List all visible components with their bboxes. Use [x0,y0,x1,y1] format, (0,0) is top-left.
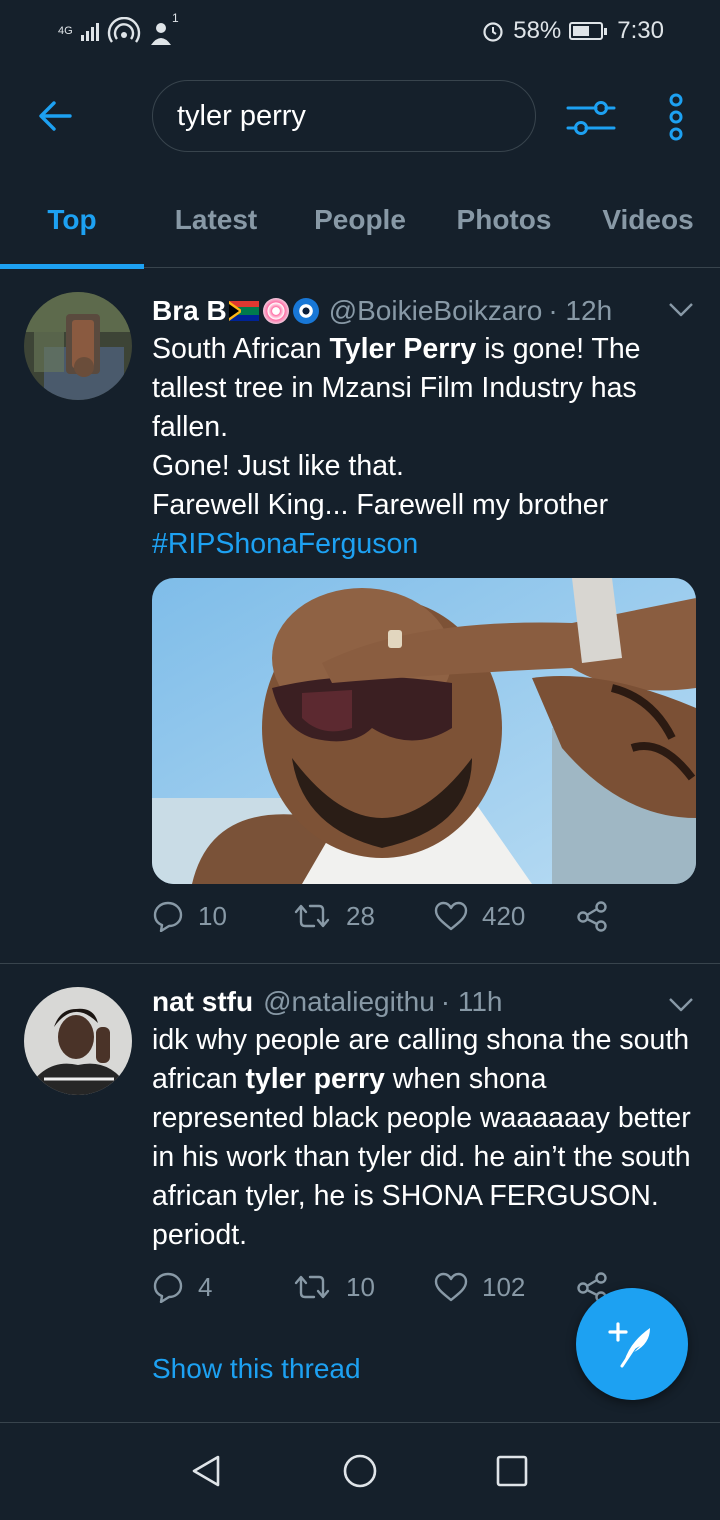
tweet-actions: 4 10 102 [152,1271,608,1303]
like-count: 420 [482,900,526,931]
nav-home-icon[interactable] [340,1451,380,1491]
search-header [0,62,720,172]
hashtag-link[interactable]: #RIPShonaFerguson [152,528,418,560]
display-name[interactable]: Bra B [152,292,227,330]
reply-icon [153,1272,183,1303]
tweet-text-part: Gone! Just like that. [152,450,404,482]
notification-count: 1 [172,11,179,25]
tweet-text-part: South African [152,333,330,365]
tab-latest[interactable]: Latest [144,172,288,268]
more-options-icon[interactable] [662,92,690,142]
tweet-text: idk why people are calling shona the sou… [152,1021,692,1255]
like-count: 102 [482,1271,526,1302]
search-tabs: Top Latest People Photos Videos [0,172,720,269]
clock: 7:30 [617,17,664,44]
retweet-count: 28 [346,900,375,931]
compose-tweet-button[interactable] [576,1288,688,1400]
reply-count: 4 [198,1271,213,1302]
back-arrow-icon[interactable] [34,94,78,138]
status-left: 4G 1 [58,11,179,45]
tweet-header: Bra B @BoikieBoikzaro · 12h [152,292,692,330]
tweet-text-part: Farewell King... Farewell my brother [152,489,609,521]
south-africa-flag-icon [228,301,259,321]
nazar-eye-emoji-icon [292,298,319,324]
like-button[interactable]: 102 [434,1272,576,1303]
tweet-time: · 12h [548,295,613,326]
battery-percent: 58% [513,17,562,44]
reply-button[interactable]: 4 [152,1271,292,1303]
notification-icon: 1 [149,11,179,45]
alarm-icon [483,22,503,42]
share-icon [577,901,607,932]
search-term-highlight: Tyler Perry [329,333,477,365]
avatar[interactable] [24,987,132,1095]
user-handle[interactable]: @BoikieBoikzaro [329,292,543,330]
tweet-header: nat stfu @nataliegithu · 11h [152,983,692,1021]
retweet-button[interactable]: 10 [292,1272,434,1303]
user-handle[interactable]: @nataliegithu [263,983,435,1021]
chevron-down-icon[interactable] [668,997,694,1013]
avatar[interactable] [24,292,132,400]
network-type: 4G [58,25,73,37]
reply-count: 10 [198,900,227,931]
show-thread-link[interactable]: Show this thread [152,1353,361,1385]
tab-photos[interactable]: Photos [432,172,576,268]
tweet[interactable]: Bra B @BoikieBoikzaro · 12h South Africa… [0,270,720,964]
nav-recents-icon[interactable] [492,1451,532,1491]
hotspot-icon [107,17,140,43]
tweet-time: · 11h [440,986,503,1017]
tweet-actions: 10 28 420 [152,900,608,932]
search-field[interactable] [152,80,536,152]
heart-icon [434,901,468,931]
tab-videos[interactable]: Videos [576,172,720,268]
lollipop-emoji-icon [262,298,289,324]
compose-feather-icon [608,1322,650,1368]
tweet-body: Bra B @BoikieBoikzaro · 12h South Africa… [152,292,696,884]
retweet-button[interactable]: 28 [292,901,434,932]
heart-icon [434,1272,468,1302]
active-tab-indicator [0,264,144,269]
nav-back-icon[interactable] [186,1451,226,1491]
retweet-icon [294,1275,330,1299]
search-filter-icon[interactable] [566,96,616,140]
retweet-icon [294,904,330,928]
battery-icon [569,22,608,40]
tweet-body: nat stfu @nataliegithu · 11h idk why peo… [152,983,694,1255]
signal-icon [80,21,99,41]
system-navigation-bar [0,1422,720,1520]
search-term-highlight: tyler perry [245,1063,385,1095]
status-right: 58% 7:30 [481,17,664,45]
tweet-text: South African Tyler Perry is gone! The t… [152,330,692,564]
display-name[interactable]: nat stfu [152,983,253,1021]
share-button[interactable] [576,900,608,932]
reply-icon [153,901,183,932]
tab-top[interactable]: Top [0,172,144,268]
retweet-count: 10 [346,1271,375,1302]
reply-button[interactable]: 10 [152,900,292,932]
search-input[interactable] [177,99,511,133]
tweet-media-image[interactable] [152,578,696,884]
tab-people[interactable]: People [288,172,432,268]
chevron-down-icon[interactable] [668,302,694,318]
status-bar: 4G 1 58% 7:30 [0,0,720,62]
like-button[interactable]: 420 [434,901,576,932]
